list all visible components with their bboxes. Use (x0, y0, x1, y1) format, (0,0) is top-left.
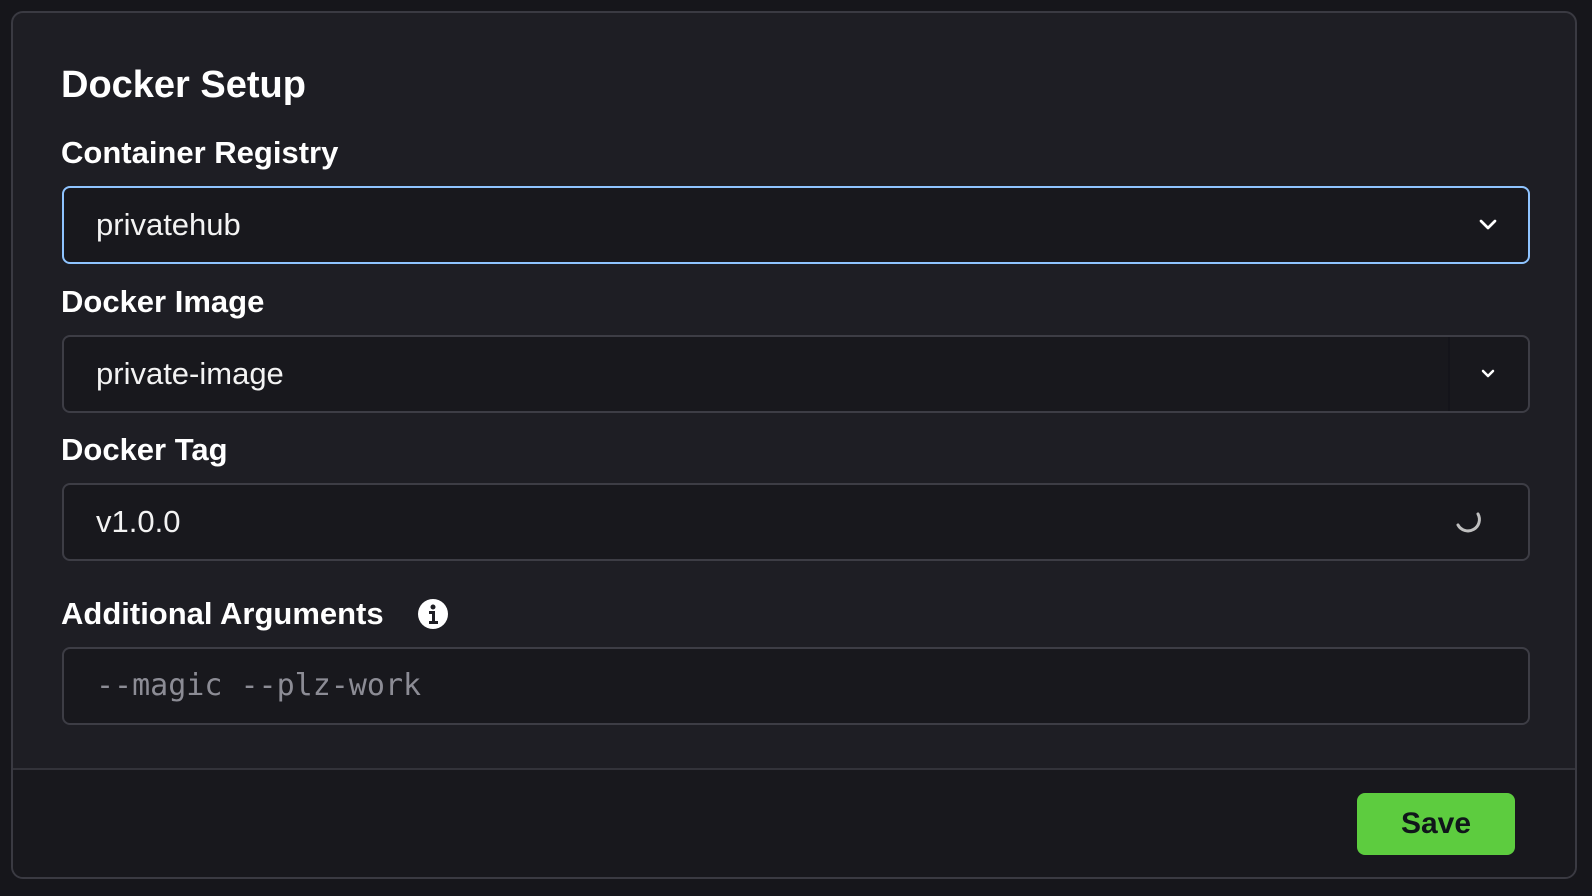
docker-image-select[interactable]: private-image (62, 335, 1530, 413)
docker-setup-panel: Docker Setup Container Registry privateh… (11, 11, 1577, 879)
container-registry-select[interactable]: privatehub (62, 186, 1530, 264)
docker-setup-form: Docker Setup Container Registry privateh… (13, 13, 1575, 768)
docker-tag-input[interactable]: v1.0.0 (62, 483, 1530, 561)
docker-image-dropdown-divider (1448, 337, 1450, 411)
form-footer: Save (13, 768, 1575, 877)
info-icon[interactable] (417, 598, 449, 630)
chevron-down-icon[interactable] (1476, 362, 1500, 386)
loading-spinner-icon (1456, 512, 1481, 533)
additional-arguments-label: Additional Arguments (61, 596, 384, 631)
docker-image-label: Docker Image (61, 284, 265, 319)
container-registry-label: Container Registry (61, 135, 339, 170)
save-button[interactable]: Save (1357, 793, 1515, 855)
docker-image-value: private-image (96, 356, 284, 391)
additional-arguments-input[interactable]: --magic --plz-work (62, 647, 1530, 725)
container-registry-value: privatehub (96, 207, 241, 242)
additional-arguments-placeholder: --magic --plz-work (96, 668, 422, 703)
chevron-down-icon[interactable] (1476, 213, 1500, 237)
docker-tag-value: v1.0.0 (96, 504, 181, 539)
page-title: Docker Setup (61, 64, 306, 106)
docker-tag-label: Docker Tag (61, 432, 228, 467)
